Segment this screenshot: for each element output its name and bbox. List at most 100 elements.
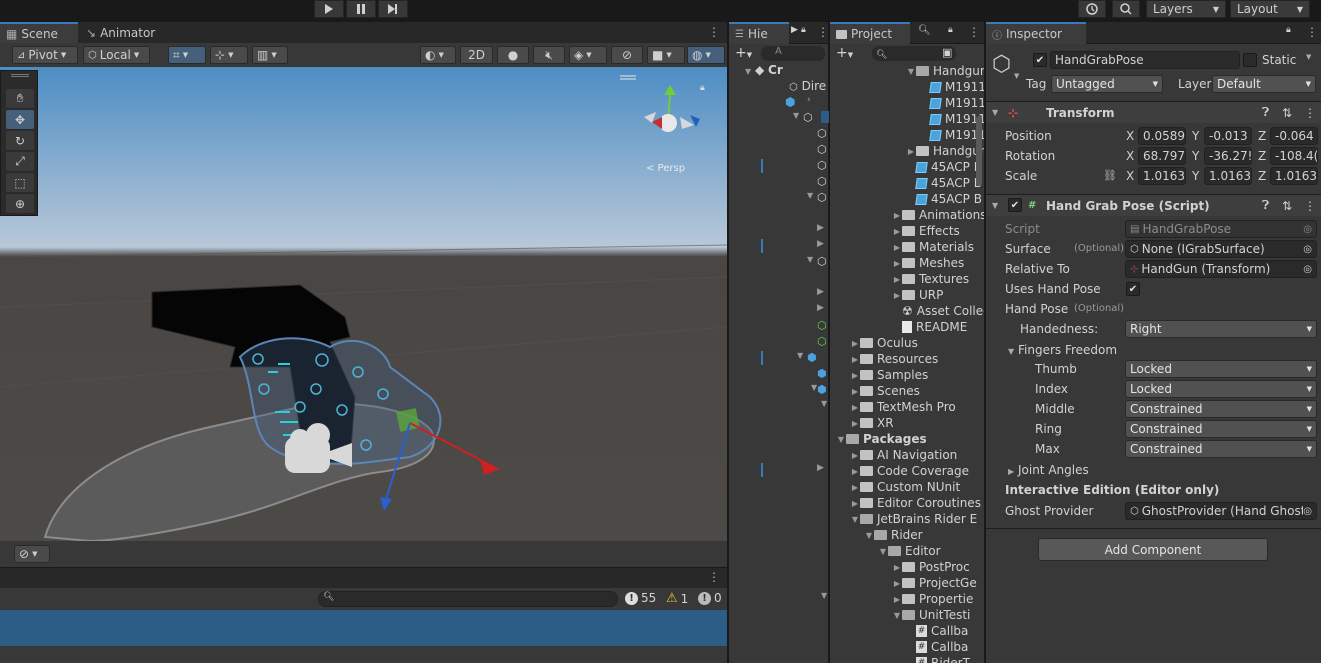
position-y-field[interactable]: -0.013: [1204, 127, 1252, 145]
panel-menu-icon[interactable]: ⋮: [817, 25, 829, 39]
chevron-right-icon[interactable]: ▶: [850, 483, 860, 492]
project-item[interactable]: ▶ Editor Coroutines: [850, 495, 981, 511]
chevron-right-icon[interactable]: ▶: [850, 339, 860, 348]
tab-project[interactable]: Project: [830, 22, 910, 44]
chevron-right-icon[interactable]: ▶: [850, 419, 860, 428]
layer-dropdown[interactable]: Default ▼: [1212, 75, 1316, 93]
lighting-toggle[interactable]: ●: [497, 46, 529, 64]
pivot-dropdown[interactable]: ⊿ Pivot ▼: [12, 46, 78, 64]
project-item[interactable]: ▶ Materials: [892, 239, 974, 255]
ruler-button[interactable]: ▥ ▼: [252, 46, 288, 64]
lock-icon[interactable]: 🔒︎: [801, 25, 806, 35]
project-item[interactable]: ▶ Resources: [850, 351, 938, 367]
scale-tool-button[interactable]: ⤢: [6, 152, 34, 171]
step-button[interactable]: [378, 0, 408, 18]
add-component-button[interactable]: Add Component: [1038, 538, 1268, 561]
project-item[interactable]: ▶ Handgun: [906, 143, 984, 159]
position-z-field[interactable]: -0.064: [1270, 127, 1318, 145]
project-item[interactable]: ▶ URP: [892, 287, 943, 303]
project-item[interactable]: M1911: [920, 111, 984, 127]
object-picker-icon[interactable]: ◎: [1303, 244, 1312, 255]
console-selected-row[interactable]: [0, 610, 727, 646]
object-picker-icon[interactable]: ◎: [1303, 264, 1312, 275]
chevron-right-icon[interactable]: ▶: [817, 223, 824, 233]
rect-tool-button[interactable]: ⬚: [6, 173, 34, 192]
scale-y-field[interactable]: 1.0163:: [1204, 167, 1252, 185]
rotate-tool-button[interactable]: ↻: [6, 131, 34, 150]
lock-icon[interactable]: 🔒︎: [1286, 25, 1291, 35]
lock-icon[interactable]: 🔒︎: [948, 25, 953, 35]
hierarchy-row[interactable]: ▼ ◆ Cr: [745, 63, 783, 77]
persp-label[interactable]: < Persp: [646, 163, 685, 174]
project-item[interactable]: ▼ UnitTesti: [892, 607, 970, 623]
project-item[interactable]: ▼ Editor: [878, 543, 941, 559]
draw-mode-button[interactable]: ◐ ▼: [420, 46, 456, 64]
tag-dropdown[interactable]: Untagged ▼: [1051, 75, 1163, 93]
chevron-down-icon[interactable]: ▼: [892, 611, 902, 620]
search-button[interactable]: [1112, 0, 1140, 18]
chevron-down-icon[interactable]: ▼: [864, 531, 874, 540]
project-item[interactable]: ▶ PostProc: [892, 559, 970, 575]
handedness-dropdown[interactable]: Right ▼: [1125, 320, 1317, 338]
chevron-down-icon[interactable]: ▼: [850, 515, 860, 524]
surface-field[interactable]: ⬡ None (IGrabSurface) ◎: [1125, 240, 1317, 258]
hidden-objects-toggle[interactable]: ⊘: [611, 46, 643, 64]
palette-grip[interactable]: [11, 74, 29, 77]
scale-z-field[interactable]: 1.0163:: [1270, 167, 1318, 185]
chevron-right-icon[interactable]: ▶: [892, 243, 902, 252]
chevron-right-icon[interactable]: ▶: [850, 467, 860, 476]
effects-dropdown[interactable]: ◈ ▼: [569, 46, 607, 64]
chevron-right-icon[interactable]: ▶: [892, 579, 902, 588]
rotation-z-field[interactable]: -108.4(: [1270, 147, 1318, 165]
chevron-down-icon[interactable]: ▼: [1014, 72, 1019, 80]
finger-dropdown-middle[interactable]: Constrained ▼: [1125, 400, 1317, 418]
project-item[interactable]: ▶ Custom NUnit: [850, 479, 960, 495]
camera-dropdown[interactable]: ■ ▼: [647, 46, 685, 64]
tab-hierarchy[interactable]: ☰ Hie: [729, 22, 789, 44]
component-enabled-checkbox[interactable]: ✔: [1008, 198, 1022, 212]
chevron-right-icon[interactable]: ▶: [817, 239, 824, 249]
link-icon[interactable]: ⛓︎: [1103, 169, 1117, 182]
chevron-down-icon[interactable]: ▼: [906, 67, 916, 76]
warn-count-toggle[interactable]: ⚠ 1: [666, 591, 688, 606]
project-item[interactable]: README: [892, 319, 967, 335]
object-picker-icon[interactable]: ◎: [1303, 505, 1312, 517]
finger-dropdown-max[interactable]: Constrained ▼: [1125, 440, 1317, 458]
project-item[interactable]: # RiderT: [906, 655, 970, 663]
chevron-right-icon[interactable]: ▶: [817, 287, 824, 297]
play-button[interactable]: [314, 0, 344, 18]
chevron-down-icon[interactable]: ▼: [807, 191, 813, 200]
active-checkbox[interactable]: ✔: [1033, 53, 1047, 67]
chevron-right-icon[interactable]: ▶: [850, 387, 860, 396]
project-item[interactable]: M1911: [920, 79, 984, 95]
project-item[interactable]: ▶ Propertie: [892, 591, 973, 607]
chevron-right-icon[interactable]: ▶: [892, 291, 902, 300]
project-item[interactable]: ▶ Animations: [892, 207, 984, 223]
error-count-toggle[interactable]: ! 0: [698, 591, 722, 605]
project-item[interactable]: 45ACP B: [906, 159, 982, 175]
project-item[interactable]: ▼ Rider: [864, 527, 923, 543]
chevron-right-icon[interactable]: ▶: [892, 275, 902, 284]
lock-icon[interactable]: 🔒︎: [700, 83, 705, 93]
scale-x-field[interactable]: 1.0163:: [1138, 167, 1186, 185]
audio-toggle[interactable]: 🔇︎: [533, 46, 565, 64]
chevron-right-icon[interactable]: ▶: [817, 463, 824, 473]
chevron-right-icon[interactable]: ▶: [850, 403, 860, 412]
tab-scene[interactable]: ▦ Scene: [0, 22, 78, 44]
chevron-right-icon[interactable]: ▶: [906, 147, 916, 156]
project-item[interactable]: ▶ AI Navigation: [850, 447, 957, 463]
history-button[interactable]: [1078, 0, 1106, 18]
panel-menu-icon[interactable]: ⋮: [708, 25, 720, 39]
help-icon[interactable]: ❓︎: [1262, 105, 1269, 120]
project-item[interactable]: ▶ XR: [850, 415, 894, 431]
project-item[interactable]: 45ACP B: [906, 175, 982, 191]
project-item[interactable]: ▶ Samples: [850, 367, 928, 383]
chevron-down-icon[interactable]: ▼: [821, 591, 827, 600]
fingers-freedom-foldout[interactable]: ▼ Fingers Freedom: [1008, 343, 1117, 357]
snap-increment-button[interactable]: ⊹ ▼: [210, 46, 248, 64]
move-tool-button[interactable]: ✥: [6, 110, 34, 129]
chevron-right-icon[interactable]: ▶: [850, 451, 860, 460]
chevron-icon[interactable]: ‹: [807, 95, 811, 105]
project-item[interactable]: ▼ Packages: [836, 431, 927, 447]
2d-toggle[interactable]: 2D: [460, 46, 493, 64]
